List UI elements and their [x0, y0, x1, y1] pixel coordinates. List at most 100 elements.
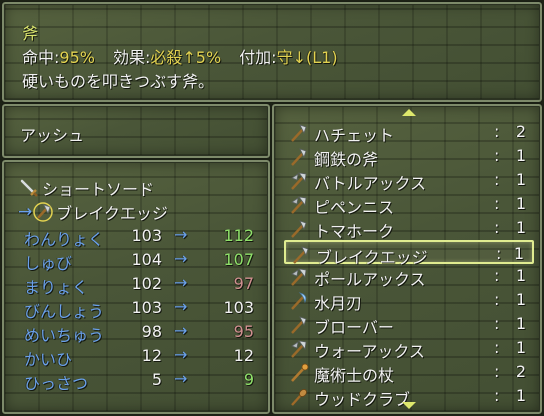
sword-icon: [18, 177, 40, 199]
arrow-right-icon: →: [174, 225, 188, 244]
weapon-name: 魔術士の杖: [314, 366, 395, 385]
stat-name: わんりょく: [24, 230, 105, 249]
staff-icon: [288, 362, 310, 384]
stat-new-value: 112: [223, 226, 254, 245]
weapon-name: ウォーアックス: [314, 342, 425, 361]
weapon-name: 鋼鉄の斧: [314, 150, 379, 169]
double-axe-icon: [288, 194, 310, 216]
stat-name: まりょく: [24, 278, 89, 297]
stat-row: かいひ 12 → 12: [24, 344, 254, 369]
stat-old-value: 103: [131, 226, 162, 245]
item-description: 硬いものを叩きつぶす斧。: [22, 72, 215, 91]
double-axe-icon: [288, 266, 310, 288]
count-separator: :: [494, 386, 500, 405]
weapon-list-item[interactable]: 鋼鉄の斧:1: [284, 144, 534, 169]
count-separator: :: [494, 290, 500, 309]
weapon-list-item[interactable]: 水月刃:1: [284, 288, 534, 313]
weapon-list-item[interactable]: ポールアックス:1: [284, 264, 534, 289]
double-axe-icon: [288, 170, 310, 192]
axe-icon: [32, 201, 54, 223]
weapon-list-item[interactable]: トマホーク:1: [284, 216, 534, 241]
hit-label: 命中:: [22, 48, 60, 67]
axe-icon: [288, 314, 310, 336]
current-weapon-row: ショートソード: [18, 176, 154, 200]
axe-icon: [288, 146, 310, 168]
weapon-list-item[interactable]: ブローバー:1: [284, 312, 534, 337]
stat-row: しゅび 104 → 107: [24, 248, 254, 273]
stat-name: ひっさつ: [24, 374, 89, 393]
stat-name: びんしょう: [24, 302, 105, 321]
stat-compare-panel: ショートソード → ブレイクエッジ わんりょく 103 → 112 しゅび 104 → 107…: [1, 159, 271, 415]
weapon-count: 1: [515, 338, 526, 357]
arrow-right-icon: →: [174, 369, 188, 388]
stat-name: しゅび: [24, 254, 73, 273]
stat-old-value: 104: [131, 250, 162, 269]
weapon-name: 水月刃: [314, 294, 363, 313]
weapon-count: 1: [513, 244, 524, 263]
stat-new-value: 103: [223, 298, 254, 317]
weapon-count: 1: [515, 218, 526, 237]
weapon-count: 1: [515, 290, 526, 309]
stat-new-value: 12: [233, 346, 254, 365]
arrow-right-icon: →: [174, 273, 188, 292]
weapon-name: ウッドクラブ: [314, 390, 411, 409]
weapon-name: バトルアックス: [314, 174, 427, 193]
stat-new-value: 97: [233, 274, 254, 293]
arrow-right-icon: →: [18, 202, 33, 222]
stat-row: わんりょく 103 → 112: [24, 224, 254, 249]
stat-old-value: 98: [141, 322, 162, 341]
arrow-right-icon: →: [174, 249, 188, 268]
weapon-list-item[interactable]: バトルアックス:1: [284, 168, 534, 193]
stat-row: まりょく 102 → 97: [24, 272, 254, 297]
weapon-name: ブローバー: [314, 318, 394, 337]
weapon-name: ピペンニス: [314, 198, 395, 217]
weapon-count: 2: [515, 362, 526, 381]
weapon-list-item[interactable]: ハチェット:2: [284, 120, 534, 145]
stat-new-value: 9: [243, 370, 254, 389]
axe-icon: [288, 122, 310, 144]
arrow-right-icon: →: [174, 321, 188, 340]
stat-old-value: 12: [141, 346, 162, 365]
count-separator: :: [494, 218, 500, 237]
weapon-list-item-selected[interactable]: ブレイクエッジ:1: [284, 240, 534, 267]
weapon-name: ポールアックス: [314, 270, 426, 289]
arrow-right-icon: →: [174, 297, 188, 316]
axe-icon: [290, 244, 312, 266]
weapon-count: 1: [515, 314, 526, 333]
current-weapon-name: ショートソード: [42, 180, 155, 199]
scroll-up-arrow-icon[interactable]: [402, 109, 416, 116]
stat-row: ひっさつ 5 → 9: [24, 368, 254, 393]
axe-icon: [288, 218, 310, 240]
weapon-list-item[interactable]: ウォーアックス:1: [284, 336, 534, 361]
weapon-list-item[interactable]: 魔術士の杖:2: [284, 360, 534, 385]
new-weapon-row: → ブレイクエッジ: [18, 200, 168, 224]
weapon-list-item[interactable]: ピペンニス:1: [284, 192, 534, 217]
count-separator: :: [494, 146, 500, 165]
weapon-count: 1: [515, 194, 526, 213]
count-separator: :: [494, 122, 500, 141]
count-separator: :: [494, 362, 500, 381]
stat-name: めいちゅう: [24, 326, 105, 345]
weapon-count: 1: [515, 146, 526, 165]
character-name: アッシュ: [20, 126, 85, 145]
weapon-count: 2: [515, 122, 526, 141]
character-panel: アッシュ: [1, 103, 271, 159]
weapon-list-panel: ハチェット:2 鋼鉄の斧:1 バトルアックス:1 ピペンニス:1 トマホーク:1 ブレイク…: [271, 103, 543, 415]
effect-label: 効果:: [112, 48, 151, 67]
weapon-count: 1: [515, 266, 526, 285]
hit-value: 95%: [59, 48, 95, 67]
club-icon: [288, 386, 310, 408]
double-axe-icon: [288, 338, 310, 360]
count-separator: :: [496, 244, 502, 263]
attach-value: 守↓(L1): [276, 48, 338, 67]
attach-label: 付加:: [239, 48, 277, 67]
stat-old-value: 103: [131, 298, 162, 317]
new-weapon-name: ブレイクエッジ: [56, 204, 168, 223]
stat-new-value: 95: [233, 322, 254, 341]
item-category-title: 斧: [22, 24, 39, 43]
stat-old-value: 5: [151, 370, 162, 389]
weapon-count: 1: [515, 386, 526, 405]
scroll-down-arrow-icon[interactable]: [402, 402, 416, 409]
crescent-axe-icon: [288, 290, 310, 312]
weapon-name: トマホーク: [314, 222, 395, 241]
